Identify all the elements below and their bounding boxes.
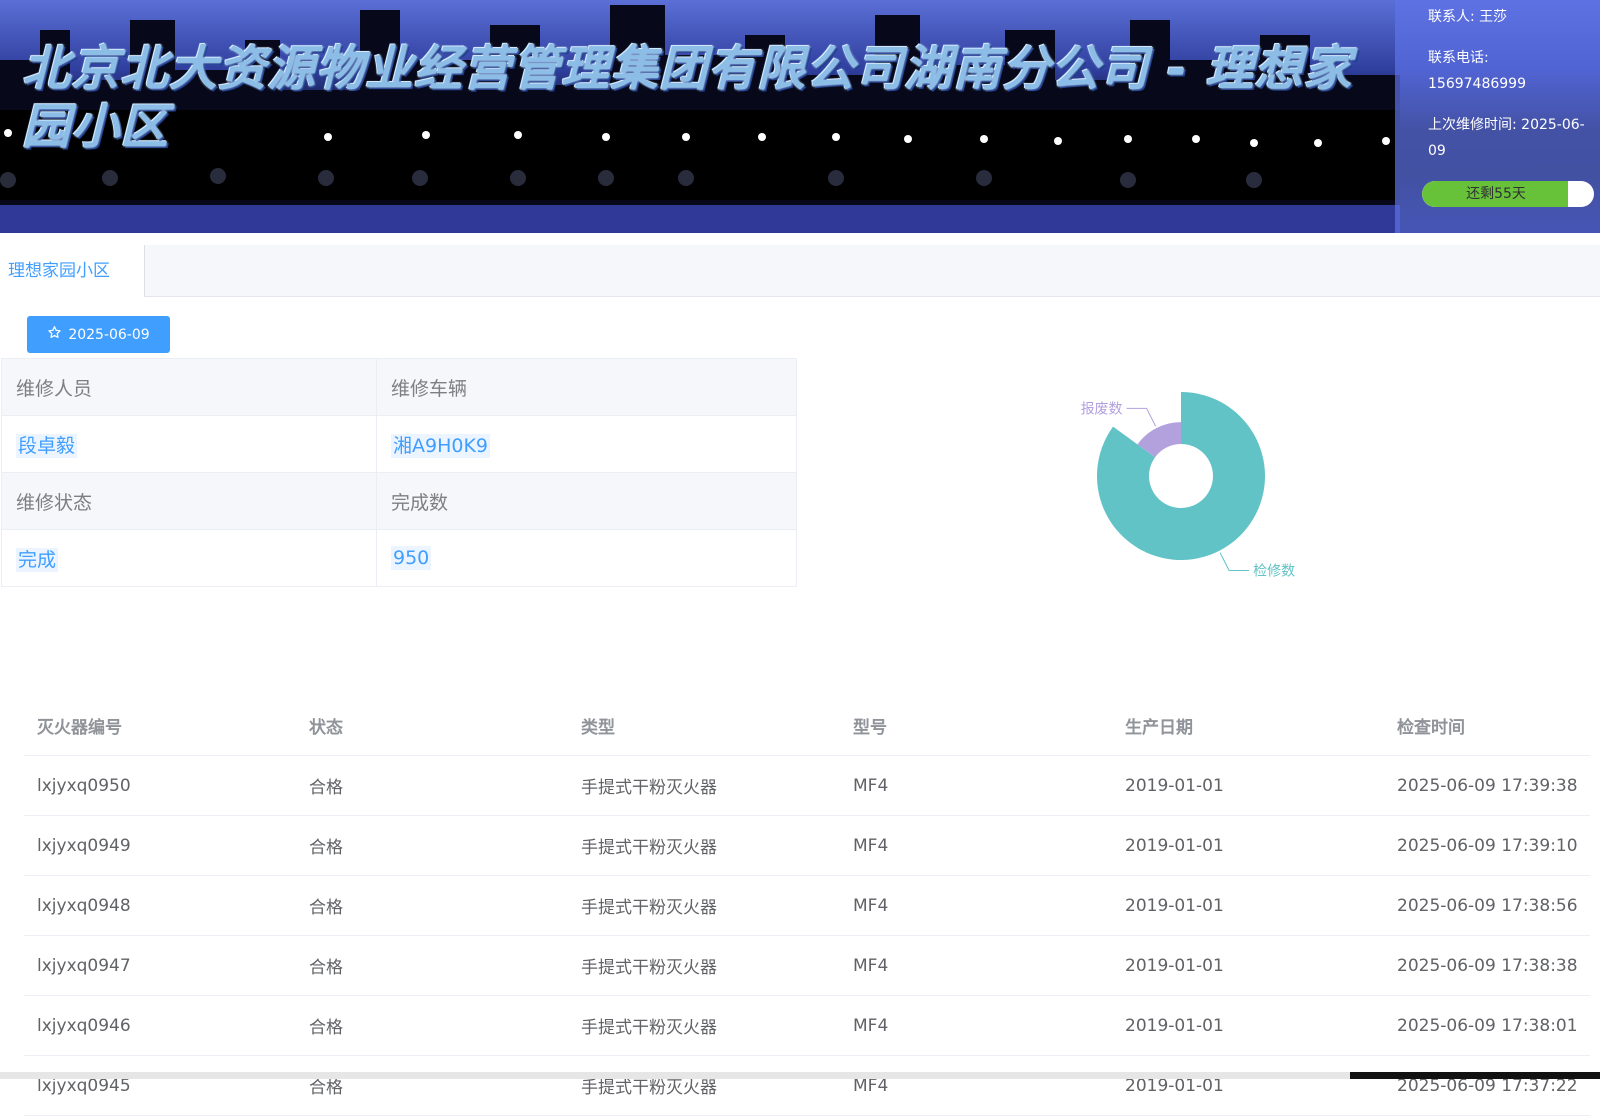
cell-check-time: 2025-06-09 17:37:22 xyxy=(1384,1055,1590,1116)
cell-check-time: 2025-06-09 17:39:38 xyxy=(1384,755,1590,816)
cell-id: lxjyxq0949 xyxy=(24,815,296,876)
staff-label: 维修人员 xyxy=(1,358,377,416)
cell-model: MF4 xyxy=(840,995,1112,1056)
cell-status: 合格 xyxy=(296,935,568,996)
phone-label: 联系电话: xyxy=(1428,50,1489,66)
pie-label-1: 报废数 xyxy=(1081,401,1123,417)
cell-production-date: 2019-01-01 xyxy=(1112,815,1384,876)
cell-model: MF4 xyxy=(840,815,1112,876)
info-value-row: 段卓毅 湘A9H0K9 xyxy=(1,415,797,473)
cell-production-date: 2019-01-01 xyxy=(1112,935,1384,996)
donut-chart: 检修数 报废数 xyxy=(1081,392,1295,579)
cell-check-time: 2025-06-09 17:38:38 xyxy=(1384,935,1590,996)
table-row[interactable]: lxjyxq0945 合格 手提式干粉灭火器 MF4 2019-01-01 2025-06… xyxy=(24,1055,1590,1116)
contact-person: 联系人: 王莎 xyxy=(1428,9,1508,25)
col-header-check-time[interactable]: 检查时间 xyxy=(1384,696,1590,756)
cell-check-time: 2025-06-09 17:38:56 xyxy=(1384,875,1590,936)
cell-id: lxjyxq0945 xyxy=(24,1055,296,1116)
status-cell: 完成 xyxy=(1,529,377,587)
staff-cell: 段卓毅 xyxy=(1,415,377,473)
cell-type: 手提式干粉灭火器 xyxy=(568,875,840,936)
count-value: 950 xyxy=(391,546,432,570)
cell-status: 合格 xyxy=(296,875,568,936)
cell-status: 合格 xyxy=(296,995,568,1056)
phone-number: 15697486999 xyxy=(1428,76,1526,92)
cell-id: lxjyxq0947 xyxy=(24,935,296,996)
bottom-dark-bar xyxy=(1350,1072,1600,1079)
maintenance-info-table: 维修人员 维修车辆 段卓毅 湘A9H0K9 维修状态 完成数 完成 950 xyxy=(1,358,797,587)
table-row[interactable]: lxjyxq0947 合格 手提式干粉灭火器 MF4 2019-01-01 2025-06… xyxy=(24,935,1590,996)
cell-production-date: 2019-01-01 xyxy=(1112,875,1384,936)
pie-leader-line-1 xyxy=(1126,407,1157,427)
col-header-production-date[interactable]: 生产日期 xyxy=(1112,696,1384,756)
vehicle-label: 维修车辆 xyxy=(376,358,797,416)
col-header-id[interactable]: 灭火器编号 xyxy=(24,696,296,756)
table-row[interactable]: lxjyxq0950 合格 手提式干粉灭火器 MF4 2019-01-01 2025-06… xyxy=(24,755,1590,816)
tab-community[interactable]: 理想家园小区 xyxy=(0,245,145,297)
vehicle-cell: 湘A9H0K9 xyxy=(376,415,797,473)
tab-bar: 理想家园小区 xyxy=(0,245,1600,297)
cell-model: MF4 xyxy=(840,875,1112,936)
cell-status: 合格 xyxy=(296,755,568,816)
cell-id: lxjyxq0950 xyxy=(24,755,296,816)
table-header-row: 灭火器编号 状态 类型 型号 生产日期 检查时间 xyxy=(24,696,1590,756)
cell-production-date: 2019-01-01 xyxy=(1112,995,1384,1056)
last-maintenance-time: 上次维修时间: 2025-06-09 xyxy=(1428,117,1585,159)
cell-type: 手提式干粉灭火器 xyxy=(568,755,840,816)
table-body: lxjyxq0950 合格 手提式干粉灭火器 MF4 2019-01-01 2025-06… xyxy=(24,755,1590,1116)
cell-id: lxjyxq0948 xyxy=(24,875,296,936)
cell-production-date: 2019-01-01 xyxy=(1112,755,1384,816)
status-value: 完成 xyxy=(16,547,59,572)
col-header-model[interactable]: 型号 xyxy=(840,696,1112,756)
date-button-label: 2025-06-09 xyxy=(68,326,150,343)
cell-check-time: 2025-06-09 17:39:10 xyxy=(1384,815,1590,876)
staff-value: 段卓毅 xyxy=(16,433,78,458)
star-icon xyxy=(47,325,62,344)
cell-type: 手提式干粉灭火器 xyxy=(568,995,840,1056)
header-banner: 北京北大资源物业经营管理集团有限公司湖南分公司 - 理想家园小区 联系人: 王莎… xyxy=(0,0,1600,233)
page-title: 北京北大资源物业经营管理集团有限公司湖南分公司 - 理想家园小区 xyxy=(22,41,1353,155)
col-header-status[interactable]: 状态 xyxy=(296,696,568,756)
cell-type: 手提式干粉灭火器 xyxy=(568,935,840,996)
cell-status: 合格 xyxy=(296,1055,568,1116)
table-row[interactable]: lxjyxq0946 合格 手提式干粉灭火器 MF4 2019-01-01 2025-06… xyxy=(24,995,1590,1056)
cell-model: MF4 xyxy=(840,755,1112,816)
cell-model: MF4 xyxy=(840,1055,1112,1116)
status-label: 维修状态 xyxy=(1,472,377,530)
pie-leader-line-0 xyxy=(1219,552,1250,571)
extinguisher-table: 灭火器编号 状态 类型 型号 生产日期 检查时间 lxjyxq0950 合格 手提式… xyxy=(24,696,1590,1116)
remaining-days-progress: 还剩55天 xyxy=(1422,181,1594,207)
info-label-row: 维修人员 维修车辆 xyxy=(1,358,797,416)
info-label-row: 维修状态 完成数 xyxy=(1,472,797,530)
count-label: 完成数 xyxy=(376,472,797,530)
cell-id: lxjyxq0946 xyxy=(24,995,296,1056)
pie-label-0: 检修数 xyxy=(1253,563,1295,579)
cell-production-date: 2019-01-01 xyxy=(1112,1055,1384,1116)
cell-type: 手提式干粉灭火器 xyxy=(568,815,840,876)
cell-status: 合格 xyxy=(296,815,568,876)
info-value-row: 完成 950 xyxy=(1,529,797,587)
date-button[interactable]: 2025-06-09 xyxy=(27,316,170,353)
bottom-scroll-strip xyxy=(0,1072,1600,1079)
count-cell: 950 xyxy=(376,529,797,587)
cell-model: MF4 xyxy=(840,935,1112,996)
cell-check-time: 2025-06-09 17:38:01 xyxy=(1384,995,1590,1056)
remaining-days-text: 还剩55天 xyxy=(1466,186,1526,202)
cell-type: 手提式干粉灭火器 xyxy=(568,1055,840,1116)
table-row[interactable]: lxjyxq0948 合格 手提式干粉灭火器 MF4 2019-01-01 2025-06… xyxy=(24,875,1590,936)
col-header-type[interactable]: 类型 xyxy=(568,696,840,756)
table-row[interactable]: lxjyxq0949 合格 手提式干粉灭火器 MF4 2019-01-01 2025-06… xyxy=(24,815,1590,876)
vehicle-value: 湘A9H0K9 xyxy=(391,433,491,458)
